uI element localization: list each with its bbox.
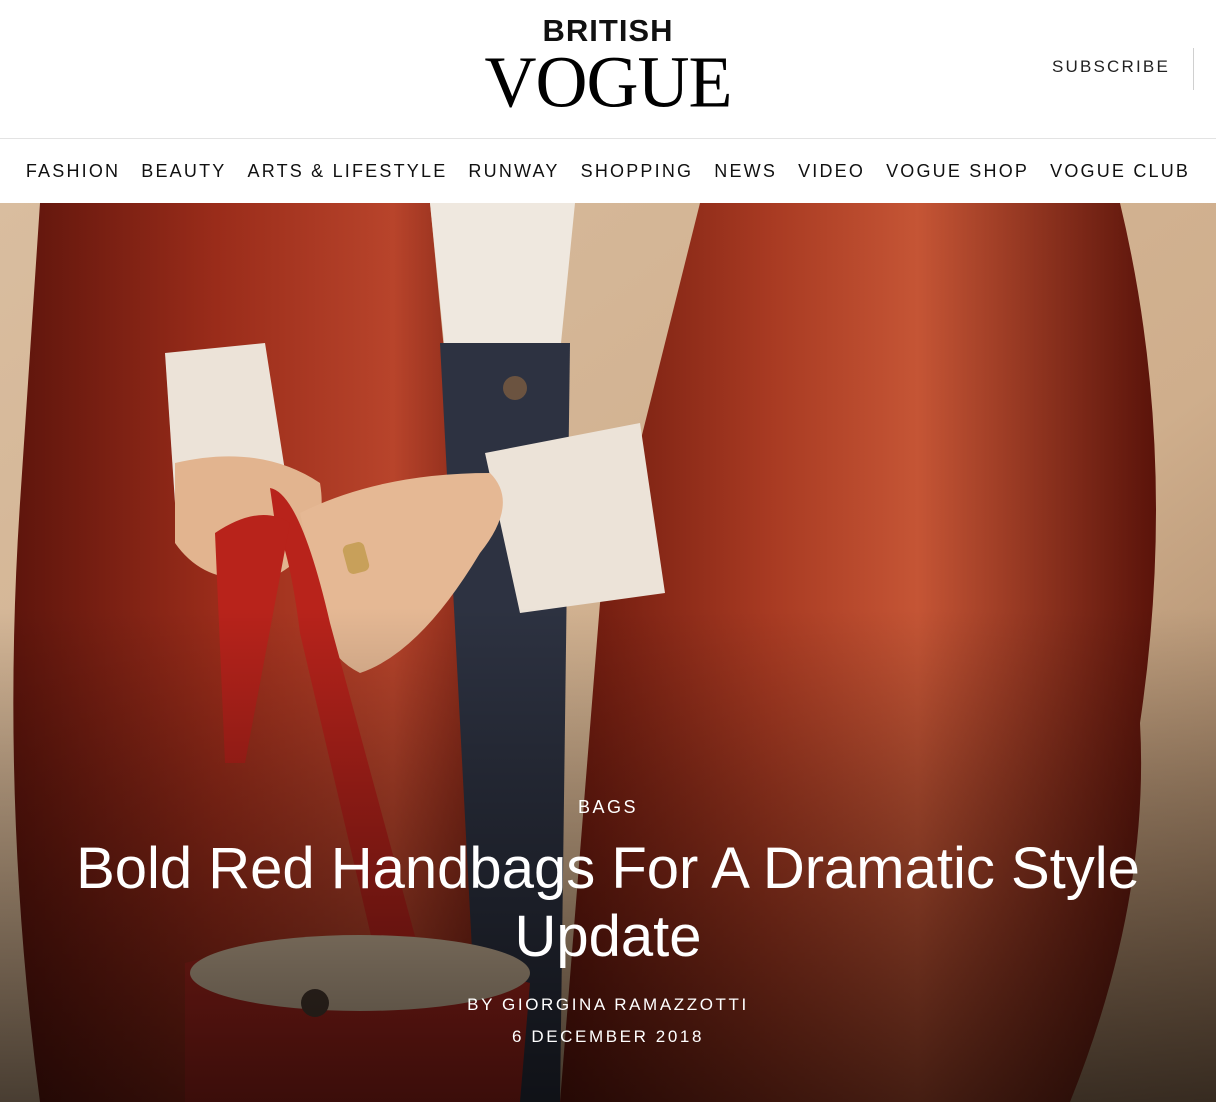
header-divider <box>1193 48 1194 90</box>
logo-vogue-text: VOGUE <box>484 41 733 123</box>
article-byline[interactable]: BY GIORGINA RAMAZZOTTI <box>0 995 1216 1015</box>
nav-item-video[interactable]: VIDEO <box>788 161 876 182</box>
hero-article[interactable]: BAGS Bold Red Handbags For A Dramatic St… <box>0 203 1216 1102</box>
article-headline[interactable]: Bold Red Handbags For A Dramatic Style U… <box>0 835 1216 971</box>
nav-item-news[interactable]: NEWS <box>704 161 788 182</box>
site-header: BRITISH VOGUE SUBSCRIBE <box>0 0 1216 139</box>
nav-item-shopping[interactable]: SHOPPING <box>570 161 704 182</box>
nav-item-vogue-shop[interactable]: VOGUE SHOP <box>876 161 1040 182</box>
nav-item-vogue-club[interactable]: VOGUE CLUB <box>1040 161 1201 182</box>
nav-item-fashion[interactable]: FASHION <box>15 161 130 182</box>
nav-item-runway[interactable]: RUNWAY <box>458 161 570 182</box>
main-navigation: FASHION BEAUTY ARTS & LIFESTYLE RUNWAY S… <box>0 139 1216 203</box>
article-date: 6 DECEMBER 2018 <box>511 1027 705 1046</box>
nav-item-arts-lifestyle[interactable]: ARTS & LIFESTYLE <box>237 161 458 182</box>
nav-item-beauty[interactable]: BEAUTY <box>131 161 237 182</box>
subscribe-link[interactable]: SUBSCRIBE <box>1052 57 1170 77</box>
british-vogue-logo[interactable]: BRITISH VOGUE <box>0 14 1216 123</box>
article-category[interactable]: BAGS <box>0 797 1216 818</box>
